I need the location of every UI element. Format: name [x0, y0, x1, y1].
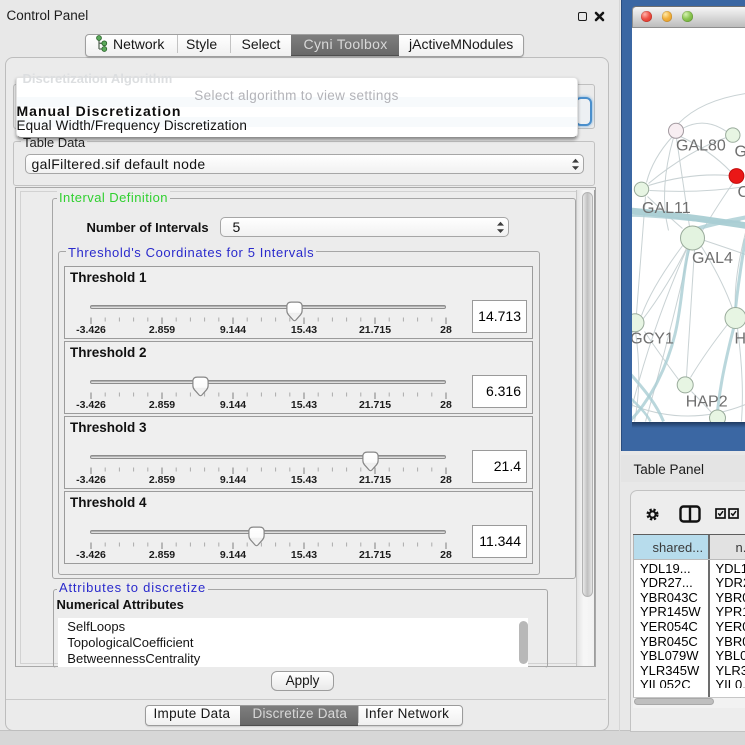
svg-text:C: C [737, 184, 745, 201]
svg-text:GAL4: GAL4 [692, 250, 733, 267]
svg-text:HAP2: HAP2 [685, 393, 727, 410]
svg-text:GCY1: GCY1 [632, 330, 674, 347]
svg-text:GAL11: GAL11 [642, 200, 691, 217]
svg-text:GA: GA [734, 143, 745, 160]
svg-text:GAL80: GAL80 [676, 137, 726, 154]
svg-text:H: H [734, 330, 745, 347]
